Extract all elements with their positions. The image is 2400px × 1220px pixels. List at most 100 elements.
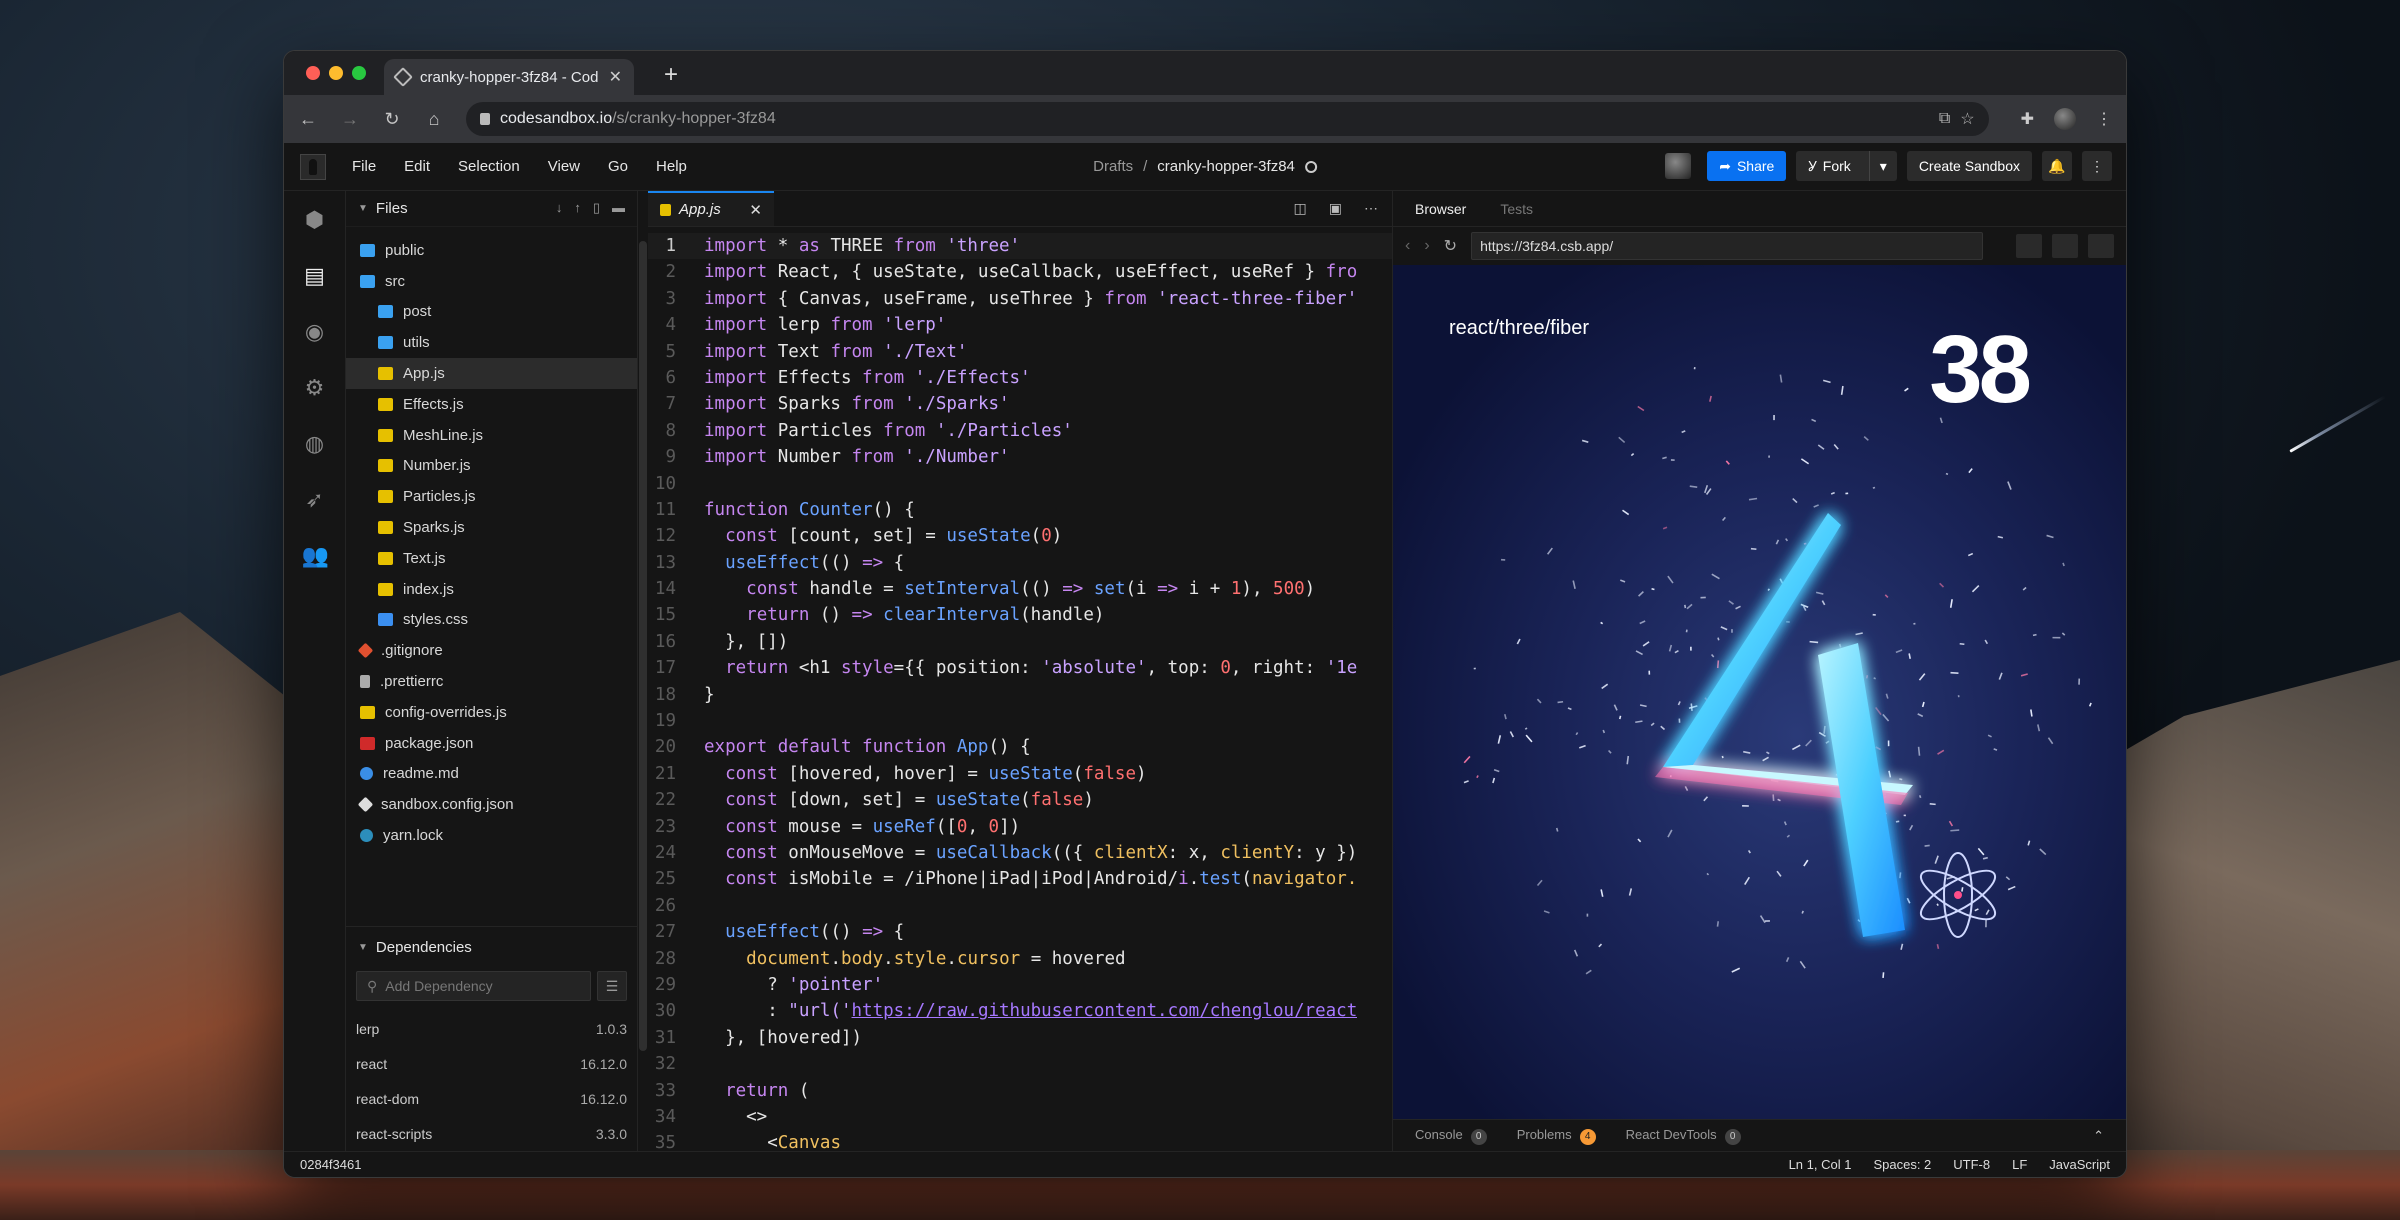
file-tree-item[interactable]: MeshLine.js <box>346 420 637 451</box>
breadcrumb-folder[interactable]: Drafts <box>1093 158 1133 175</box>
menu-go[interactable]: Go <box>608 158 628 175</box>
sidebar-scrollbar[interactable] <box>639 241 647 1051</box>
browser-menu-icon[interactable]: ⋮ <box>2096 109 2112 129</box>
settings-gear-icon[interactable]: ⚙ <box>302 375 328 401</box>
close-window-button[interactable] <box>306 66 320 80</box>
file-tree-item[interactable]: post <box>346 297 637 328</box>
file-tree-item[interactable]: package.json <box>346 728 637 759</box>
new-file-icon[interactable]: ▯ <box>593 200 600 216</box>
preview-forward-icon[interactable]: › <box>1424 237 1429 255</box>
create-sandbox-button[interactable]: Create Sandbox <box>1906 151 2032 181</box>
home-icon[interactable]: ⌂ <box>424 109 444 130</box>
close-tab-icon[interactable]: ✕ <box>749 201 762 219</box>
search-icon[interactable]: ◉ <box>302 319 328 345</box>
file-tree-item[interactable]: Particles.js <box>346 481 637 512</box>
more-options-icon[interactable]: ⋮ <box>2082 151 2112 181</box>
file-tree-item[interactable]: config-overrides.js <box>346 697 637 728</box>
preview-url-input[interactable]: https://3fz84.csb.app/ <box>1471 232 1984 260</box>
deploy-rocket-icon[interactable]: ➶ <box>302 487 328 513</box>
file-tree-item[interactable]: .prettierrc <box>346 666 637 697</box>
menu-view[interactable]: View <box>548 158 580 175</box>
react-devtools-tab[interactable]: React DevTools 0 <box>1626 1127 1741 1145</box>
problems-tab[interactable]: Problems 4 <box>1517 1127 1596 1145</box>
globe-icon[interactable] <box>1304 160 1317 173</box>
editor-more-icon[interactable]: ⋯ <box>1364 200 1378 217</box>
sandbox-name[interactable]: cranky-hopper-3fz84 <box>1157 158 1295 175</box>
dependency-item[interactable]: react-dom 16.12.0 <box>346 1081 637 1116</box>
files-header[interactable]: ▼ Files ↓ ↑ ▯ ▬ <box>346 191 637 227</box>
expand-devtools-icon[interactable]: ⌃ <box>2093 1128 2104 1144</box>
tab-tests[interactable]: Tests <box>1500 201 1533 217</box>
back-icon[interactable]: ← <box>298 109 318 130</box>
url-field[interactable]: codesandbox.io/s/cranky-hopper-3fz84 ⧉ ☆ <box>466 102 1989 136</box>
fork-dropdown-icon[interactable]: ▾ <box>1868 151 1897 181</box>
sort-down-icon[interactable]: ↓ <box>556 200 563 216</box>
cursor-position[interactable]: Ln 1, Col 1 <box>1789 1157 1852 1172</box>
preview-back-icon[interactable]: ‹ <box>1405 237 1410 255</box>
explorer-files-icon[interactable]: ▤ <box>302 263 328 289</box>
dependency-item[interactable]: lerp 1.0.3 <box>346 1011 637 1046</box>
fork-button[interactable]: Ỿ Fork ▾ <box>1796 151 1897 181</box>
file-tree-item[interactable]: .gitignore <box>346 635 637 666</box>
line-ending[interactable]: LF <box>2012 1157 2027 1172</box>
file-tree-item[interactable]: src <box>346 266 637 297</box>
tab-browser[interactable]: Browser <box>1415 201 1466 217</box>
notifications-bell-icon[interactable]: 🔔 <box>2042 151 2072 181</box>
minimize-window-button[interactable] <box>329 66 343 80</box>
file-tree-item[interactable]: sandbox.config.json <box>346 789 637 820</box>
console-tab[interactable]: Console 0 <box>1415 1127 1487 1145</box>
open-new-window-icon[interactable] <box>2052 234 2078 258</box>
bookmark-star-icon[interactable]: ☆ <box>1960 109 1974 129</box>
dependency-menu-icon[interactable]: ☰ <box>597 971 627 1001</box>
file-tree-item[interactable]: App.js <box>346 358 637 389</box>
dependency-item[interactable]: react-scripts 3.3.0 <box>346 1116 637 1151</box>
file-tree-item[interactable]: readme.md <box>346 759 637 790</box>
share-button[interactable]: ➦ Share <box>1707 151 1787 181</box>
new-tab-icon[interactable]: + <box>664 61 678 89</box>
file-tree-item[interactable]: Sparks.js <box>346 512 637 543</box>
preview-refresh-icon[interactable]: ↻ <box>1444 236 1457 256</box>
fullscreen-icon[interactable] <box>2088 234 2114 258</box>
encoding[interactable]: UTF-8 <box>1953 1157 1990 1172</box>
file-tree-item[interactable]: styles.css <box>346 605 637 636</box>
menu-selection[interactable]: Selection <box>458 158 520 175</box>
responsive-view-icon[interactable] <box>2016 234 2042 258</box>
new-folder-icon[interactable]: ▬ <box>612 200 625 216</box>
file-tree-item[interactable]: yarn.lock <box>346 820 637 851</box>
maximize-window-button[interactable] <box>352 66 366 80</box>
file-tree-item[interactable]: Text.js <box>346 543 637 574</box>
collapse-icon[interactable]: ▼ <box>358 942 368 953</box>
browser-tab[interactable]: cranky-hopper-3fz84 - CodeS ✕ <box>384 59 634 95</box>
collapse-icon[interactable]: ▼ <box>358 203 368 214</box>
split-editor-icon[interactable]: ◫ <box>1294 200 1307 217</box>
sandbox-info-icon[interactable]: ⬢ <box>302 207 328 233</box>
reload-icon[interactable]: ↻ <box>382 109 402 130</box>
language-mode[interactable]: JavaScript <box>2049 1157 2110 1172</box>
codesandbox-logo[interactable] <box>300 153 326 180</box>
add-dependency-input[interactable]: ⚲ Add Dependency <box>356 971 591 1001</box>
indentation[interactable]: Spaces: 2 <box>1873 1157 1931 1172</box>
file-tree-item[interactable]: index.js <box>346 574 637 605</box>
file-tree-item[interactable]: Number.js <box>346 451 637 482</box>
menu-help[interactable]: Help <box>656 158 687 175</box>
live-collaboration-icon[interactable]: 👥 <box>302 543 329 569</box>
toggle-preview-icon[interactable]: ▣ <box>1329 200 1342 217</box>
sort-up-icon[interactable]: ↑ <box>574 200 581 216</box>
profile-avatar[interactable] <box>2054 108 2076 130</box>
file-tree-item[interactable]: public <box>346 235 637 266</box>
close-tab-icon[interactable]: ✕ <box>609 67 622 87</box>
preview-canvas[interactable]: react/three/fiber 38 <box>1393 265 2126 1119</box>
file-tree-item[interactable]: utils <box>346 327 637 358</box>
menu-edit[interactable]: Edit <box>404 158 430 175</box>
tab-app-js[interactable]: App.js ✕ <box>648 191 774 226</box>
file-tree-item[interactable]: Effects.js <box>346 389 637 420</box>
extensions-icon[interactable]: ✚ <box>2021 109 2034 129</box>
dependency-item[interactable]: react 16.12.0 <box>346 1046 637 1081</box>
github-icon[interactable]: ◍ <box>302 431 328 457</box>
install-app-icon[interactable]: ⧉ <box>1939 110 1950 128</box>
dependencies-header[interactable]: ▼ Dependencies <box>346 927 637 967</box>
code-area[interactable]: 1 import * as THREE from 'three' 2 import R… <box>648 227 1392 1151</box>
menu-file[interactable]: File <box>352 158 376 175</box>
user-avatar[interactable] <box>1665 153 1692 179</box>
forward-icon[interactable]: → <box>340 109 360 130</box>
